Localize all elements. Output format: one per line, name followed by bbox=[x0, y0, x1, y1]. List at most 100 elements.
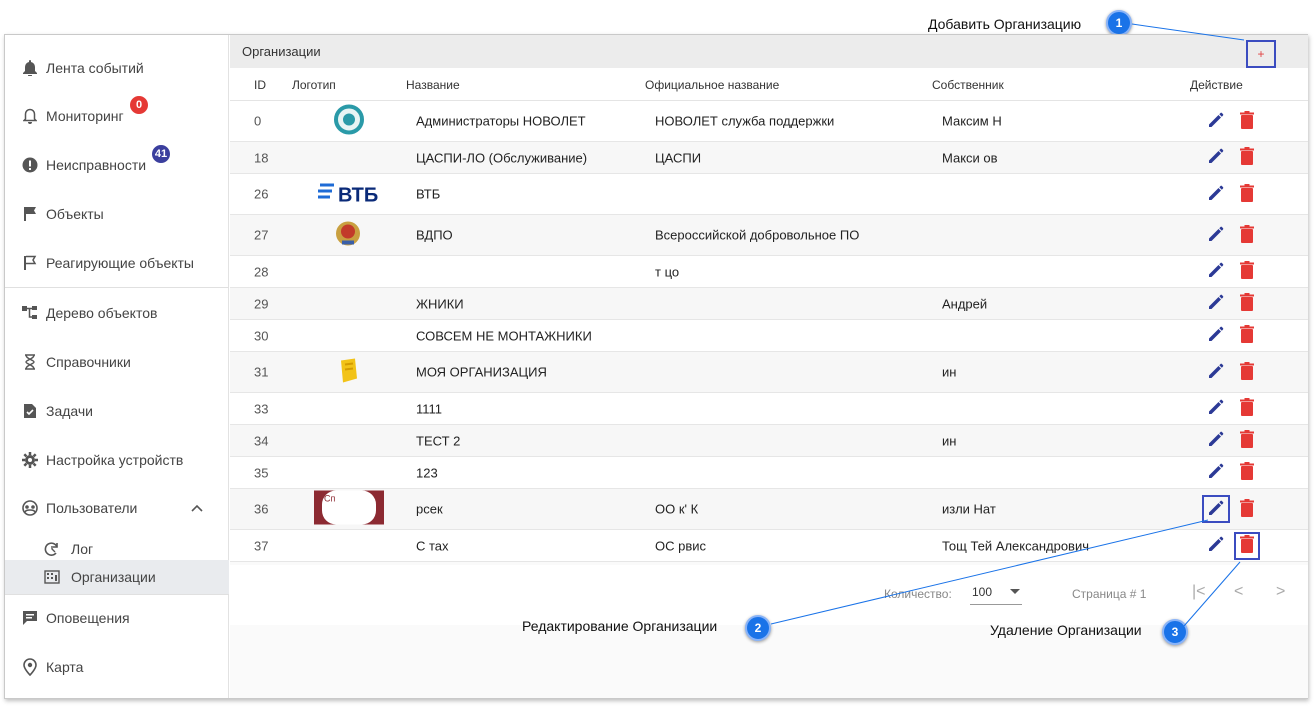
sidebar-item-label: Лента событий bbox=[46, 60, 144, 76]
cell-name: МОЯ ОРГАНИЗАЦИЯ bbox=[416, 364, 547, 380]
bell-outline-icon bbox=[21, 107, 39, 125]
edit-organization-button[interactable] bbox=[1206, 362, 1226, 382]
edit-organization-button[interactable] bbox=[1206, 148, 1226, 168]
edit-organization-button[interactable] bbox=[1202, 495, 1230, 523]
cell-id: 26 bbox=[254, 186, 269, 202]
bell-filled-icon bbox=[21, 59, 39, 77]
cell-name: 123 bbox=[416, 465, 438, 480]
edit-organization-button[interactable] bbox=[1206, 184, 1226, 204]
pencil-icon bbox=[1207, 362, 1225, 383]
trash-icon bbox=[1240, 325, 1254, 346]
delete-organization-button[interactable] bbox=[1238, 398, 1256, 419]
sidebar-item-tree[interactable]: Дерево объектов bbox=[5, 293, 229, 333]
log-icon bbox=[43, 540, 61, 558]
trash-icon bbox=[1240, 430, 1254, 451]
sidebar-item-notifications[interactable]: Оповещения bbox=[5, 598, 229, 638]
cell-owner: Андрей bbox=[942, 296, 988, 311]
sidebar-item-faults[interactable]: Неисправности 41 bbox=[5, 143, 229, 185]
delete-organization-button[interactable] bbox=[1238, 462, 1256, 483]
delete-organization-button[interactable] bbox=[1234, 531, 1260, 560]
chevron-up-icon[interactable] bbox=[191, 501, 203, 515]
delete-organization-button[interactable] bbox=[1238, 325, 1256, 346]
edit-organization-button[interactable] bbox=[1206, 111, 1226, 131]
page-title: Организации bbox=[242, 44, 321, 59]
add-organization-button[interactable]: + bbox=[1246, 40, 1276, 68]
delete-organization-button[interactable] bbox=[1238, 430, 1256, 451]
sidebar-item-references[interactable]: Справочники bbox=[5, 342, 229, 382]
sidebar-item-label: Лог bbox=[71, 541, 94, 557]
delete-organization-button[interactable] bbox=[1238, 361, 1256, 382]
edit-organization-button[interactable] bbox=[1206, 463, 1226, 483]
sidebar-item-tasks[interactable]: Задачи bbox=[5, 391, 229, 431]
trash-icon bbox=[1240, 147, 1254, 168]
sidebar-item-organizations[interactable]: Организации bbox=[5, 560, 229, 594]
page-size-select[interactable]: 100 bbox=[970, 583, 1022, 605]
sidebar-item-map[interactable]: Карта bbox=[5, 647, 229, 687]
sidebar-item-label: Объекты bbox=[46, 206, 104, 222]
sidebar-item-users[interactable]: Пользователи bbox=[5, 488, 229, 528]
delete-organization-button[interactable] bbox=[1238, 147, 1256, 168]
sidebar-item-device-settings[interactable]: Настройка устройств bbox=[5, 440, 229, 480]
edit-organization-button[interactable] bbox=[1206, 294, 1226, 314]
pencil-icon bbox=[1207, 430, 1225, 451]
cell-official-name: Всероссийской добровольное ПО bbox=[655, 227, 860, 243]
sidebar-item-events[interactable]: Лента событий bbox=[5, 48, 229, 88]
main-panel: Организации + ID Логотип Название Официа… bbox=[230, 35, 1308, 698]
cell-id: 0 bbox=[254, 113, 262, 129]
alert-circle-icon bbox=[21, 156, 39, 174]
edit-organization-button[interactable] bbox=[1206, 431, 1226, 451]
app-window: Лента событий Мониторинг 0 Неисправности… bbox=[4, 34, 1308, 699]
sidebar-item-monitoring[interactable]: Мониторинг 0 bbox=[5, 94, 229, 136]
table-row: 33 1111 bbox=[230, 393, 1308, 425]
pencil-icon bbox=[1207, 462, 1225, 483]
edit-organization-button[interactable] bbox=[1206, 326, 1226, 346]
table-row: 35 123 bbox=[230, 457, 1308, 489]
delete-organization-button[interactable] bbox=[1238, 183, 1256, 204]
first-page-button[interactable]: |< bbox=[1192, 583, 1206, 601]
cell-official-name: ЦАСПИ bbox=[655, 150, 702, 165]
delete-organization-button[interactable] bbox=[1238, 293, 1256, 314]
sidebar-item-label: Карта bbox=[46, 659, 84, 675]
column-header-name[interactable]: Название bbox=[406, 78, 460, 92]
message-icon bbox=[21, 609, 39, 627]
cell-id: 37 bbox=[254, 538, 269, 553]
gear-icon bbox=[21, 451, 39, 469]
delete-organization-button[interactable] bbox=[1238, 498, 1256, 520]
column-header-id[interactable]: ID bbox=[254, 78, 266, 92]
prev-page-button[interactable]: < bbox=[1234, 583, 1243, 601]
page-number: Страница # 1 bbox=[1072, 587, 1147, 601]
sidebar-item-responders[interactable]: Реагирующие объекты bbox=[5, 243, 229, 283]
cell-official-name: т цо bbox=[655, 264, 680, 279]
delete-organization-button[interactable] bbox=[1238, 261, 1256, 282]
pencil-icon bbox=[1207, 293, 1225, 314]
cell-name: ЦАСПИ-ЛО (Обслуживание) bbox=[416, 150, 588, 165]
next-page-button[interactable]: > bbox=[1276, 583, 1285, 601]
table-row: 28 т цо bbox=[230, 256, 1308, 288]
edit-organization-button[interactable] bbox=[1206, 399, 1226, 419]
column-header-owner[interactable]: Собственник bbox=[932, 78, 1004, 92]
cell-name: ВДПО bbox=[416, 227, 453, 243]
cell-id: 27 bbox=[254, 227, 269, 243]
monitoring-badge: 0 bbox=[128, 94, 150, 116]
sidebar-divider bbox=[5, 594, 229, 595]
callout-delete-text: Удаление Организации bbox=[990, 622, 1142, 638]
delete-organization-button[interactable] bbox=[1238, 110, 1256, 131]
edit-organization-button[interactable] bbox=[1206, 225, 1226, 245]
users-icon bbox=[21, 499, 39, 517]
sidebar-item-label: Пользователи bbox=[46, 500, 138, 516]
organization-logo bbox=[338, 357, 360, 388]
sidebar-item-objects[interactable]: Объекты bbox=[5, 194, 229, 234]
page-size-value: 100 bbox=[972, 585, 993, 599]
cell-name: ЖНИКИ bbox=[416, 296, 464, 311]
pencil-icon bbox=[1207, 535, 1225, 556]
delete-organization-button[interactable] bbox=[1238, 224, 1256, 245]
column-header-official-name[interactable]: Официальное название bbox=[645, 78, 779, 92]
cell-id: 35 bbox=[254, 465, 269, 480]
column-header-logo[interactable]: Логотип bbox=[292, 78, 336, 92]
trash-icon bbox=[1240, 261, 1254, 282]
trash-icon bbox=[1240, 498, 1254, 520]
callout-edit-text: Редактирование Организации bbox=[522, 618, 718, 634]
edit-organization-button[interactable] bbox=[1206, 262, 1226, 282]
pencil-icon bbox=[1207, 111, 1225, 132]
edit-organization-button[interactable] bbox=[1206, 536, 1226, 556]
